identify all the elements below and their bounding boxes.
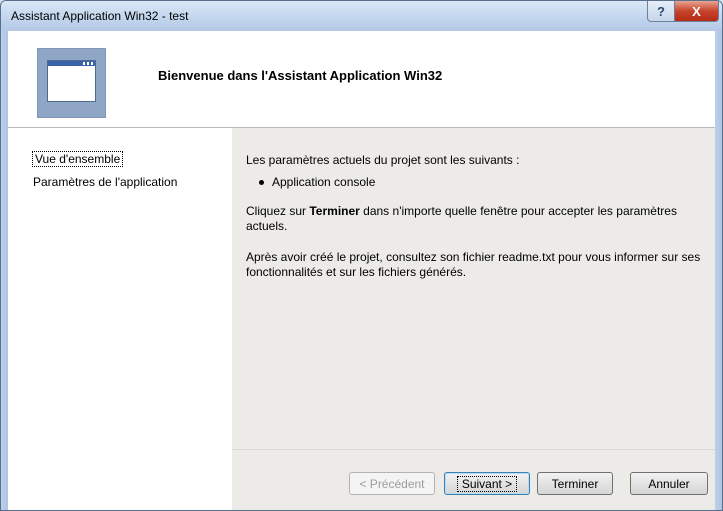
wizard-window-icon [37, 48, 106, 118]
readme-text: Après avoir créé le projet, consultez so… [246, 250, 701, 279]
button-separator [232, 449, 715, 450]
wizard-title: Bienvenue dans l'Assistant Application W… [158, 68, 443, 83]
wizard-header: Bienvenue dans l'Assistant Application W… [8, 31, 715, 127]
window-frame-left [1, 31, 8, 510]
help-button[interactable]: ? [647, 1, 675, 22]
setting-bullet: Application console [259, 175, 375, 189]
finish-button[interactable]: Terminer [537, 472, 613, 495]
title-bar[interactable]: Assistant Application Win32 - test ? X [1, 1, 722, 31]
cancel-button[interactable]: Annuler [630, 472, 708, 495]
next-button[interactable]: Suivant > [444, 472, 530, 495]
previous-button[interactable]: < Précédent [349, 472, 435, 495]
help-icon: ? [657, 3, 665, 19]
bullet-icon [259, 180, 264, 186]
window-frame-right [715, 31, 722, 510]
finish-instructions: Cliquez sur Terminer dans n'importe quel… [246, 204, 677, 233]
wizard-window: Assistant Application Win32 - test ? X B… [0, 0, 723, 511]
close-icon: X [692, 3, 701, 19]
wizard-nav: Vue d'ensemble Paramètres de l'applicati… [8, 128, 232, 510]
nav-item-application-settings[interactable]: Paramètres de l'application [33, 175, 177, 189]
intro-text: Les paramètres actuels du projet sont le… [246, 153, 520, 167]
nav-item-overview[interactable]: Vue d'ensemble [32, 151, 124, 167]
window-glyph-icon [47, 60, 96, 102]
client-area: Bienvenue dans l'Assistant Application W… [8, 31, 715, 510]
wizard-content: Les paramètres actuels du projet sont le… [232, 128, 715, 510]
window-title: Assistant Application Win32 - test [11, 9, 189, 23]
close-button[interactable]: X [674, 1, 719, 22]
setting-bullet-label: Application console [272, 175, 376, 189]
